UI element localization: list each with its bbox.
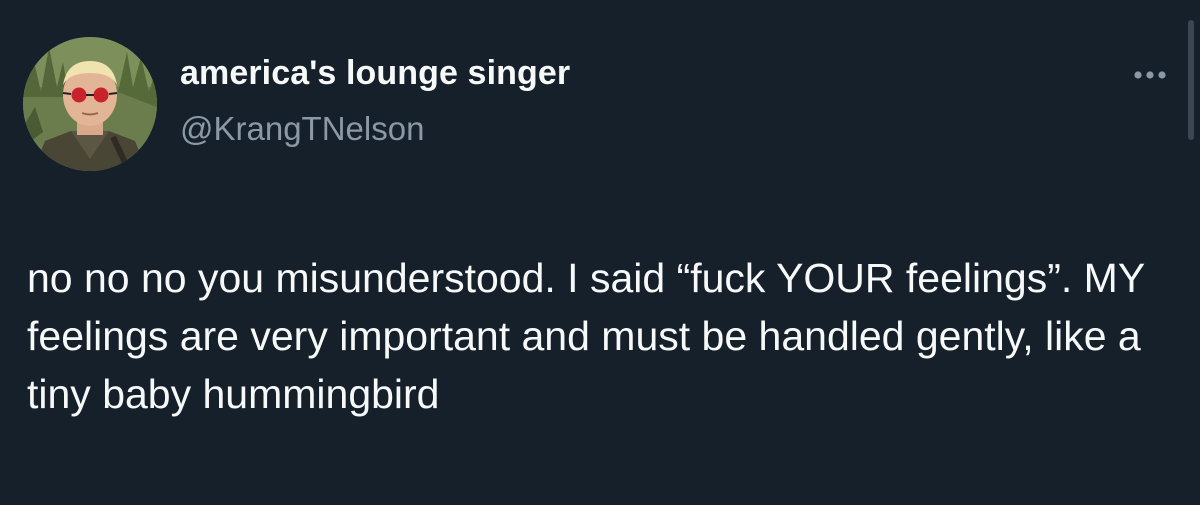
tweet-card: america's lounge singer @KrangTNelson no… <box>0 0 1200 505</box>
more-options-button[interactable] <box>1125 55 1175 95</box>
avatar-photo <box>23 37 157 171</box>
scrollbar-thumb[interactable] <box>1188 20 1194 140</box>
author-avatar[interactable] <box>23 37 157 171</box>
tweet-body-text: no no no you misunderstood. I said “fuck… <box>27 255 1145 417</box>
more-horizontal-icon <box>1134 71 1166 79</box>
author-display-name[interactable]: america's lounge singer <box>180 54 570 93</box>
author-handle[interactable]: @KrangTNelson <box>180 110 424 148</box>
